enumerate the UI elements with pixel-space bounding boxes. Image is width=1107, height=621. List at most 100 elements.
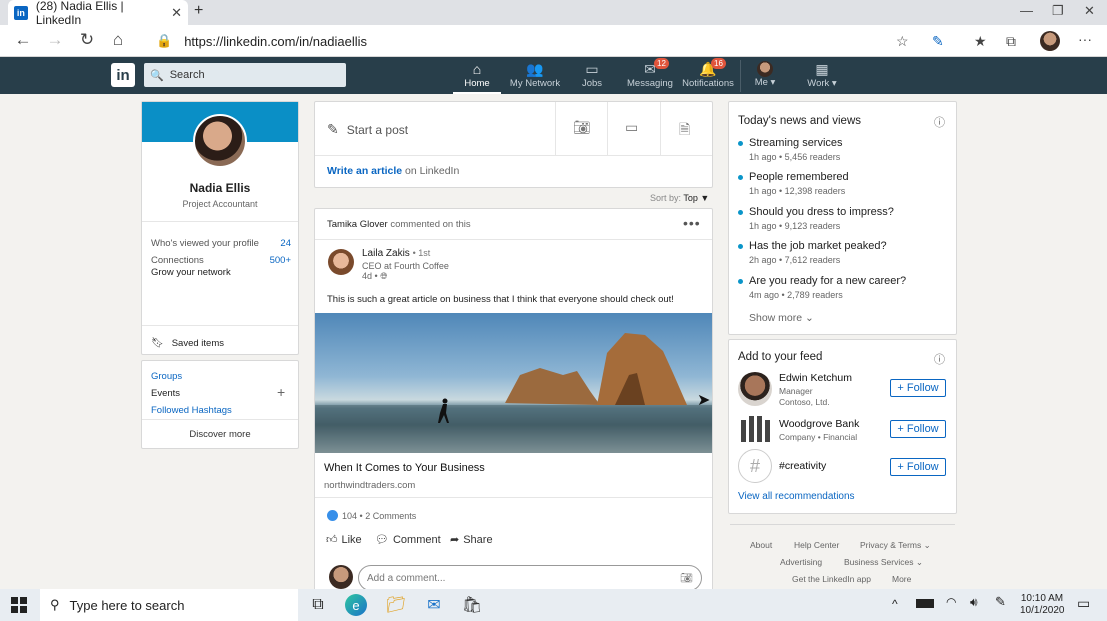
nav-home[interactable]: ⌂ Home [453,60,501,94]
maximize-icon[interactable]: ❐ [1052,3,1064,19]
globe-icon: 🌐︎ [380,271,388,281]
woodgrove-logo[interactable] [739,414,771,444]
write-article-row[interactable]: Write an article on LinkedIn [327,165,459,177]
notification-center-icon[interactable]: ▭ [1077,595,1090,612]
sort-control[interactable]: Sort by: Top ▼ [650,193,709,203]
events-link[interactable]: Events [151,388,180,399]
forward-icon[interactable]: → [44,30,66,50]
nav-jobs[interactable]: ▭ Jobs [572,60,612,94]
follow-button[interactable]: + Follow [890,379,946,397]
close-tab-icon[interactable]: ✕ [171,5,182,21]
grow-network-label[interactable]: Grow your network [151,267,231,278]
nav-notifications[interactable]: 🔔 16 Notifications [681,58,735,94]
pen-icon[interactable]: ✎ [932,33,944,50]
activity-actor[interactable]: Tamika Glover [327,219,388,230]
collections-icon[interactable]: ⧉ [1006,33,1016,50]
footer-business-link[interactable]: Business Services ⌄ [844,557,923,568]
camera-icon[interactable]: 📷︎ [573,119,591,136]
discover-more-link[interactable]: Discover more [142,429,298,440]
news-item[interactable]: Are you ready for a new career? 4m ago • … [738,275,906,300]
taskbar-search-input[interactable]: ⚲ Type here to search [40,589,298,621]
footer-advertising-link[interactable]: Advertising [780,557,822,567]
url-field[interactable]: 🔒 https://linkedin.com/in/nadiaellis [150,28,920,54]
profile-photo[interactable] [193,114,247,168]
browser-tab[interactable]: in (28) Nadia Ellis | LinkedIn ✕ [8,0,188,27]
linkedin-logo[interactable]: in [111,63,135,87]
author-avatar[interactable] [328,249,354,275]
recommendation-name[interactable]: #creativity [779,460,826,472]
new-tab-icon[interactable]: + [194,2,203,20]
nav-messaging[interactable]: ✉ 12 Messaging [626,58,674,94]
post-image[interactable] [315,313,712,453]
comment-button[interactable]: 💬︎ Comment [375,533,441,547]
pen-workspace-icon[interactable]: ✎ [995,594,1006,610]
add-favorite-icon[interactable]: ☆ [896,33,909,50]
linkedin-favicon-icon: in [14,5,28,20]
nav-me[interactable]: Me ▾ [748,60,782,94]
recommendation-subtitle: Contoso, Ltd. [779,397,830,407]
hashtags-link[interactable]: Followed Hashtags [151,405,232,416]
wifi-icon[interactable]: ◠ [946,595,956,609]
more-menu-icon[interactable]: ··· [1078,31,1092,47]
link-title[interactable]: When It Comes to Your Business [324,462,485,474]
connections-row[interactable]: Connections 500+ [151,255,291,266]
news-item[interactable]: Streaming services 1h ago • 5,456 readers [738,137,843,162]
document-icon[interactable]: 🗎 [679,119,690,143]
news-item[interactable]: People remembered 1h ago • 12,398 readers [738,171,849,196]
windows-start-icon[interactable] [10,596,28,614]
nav-work[interactable]: ▦ Work ▾ [800,60,844,94]
edge-icon[interactable]: e [345,594,367,616]
home-icon[interactable]: ⌂ [107,30,129,50]
recommendation-name[interactable]: Woodgrove Bank [779,418,859,430]
follow-button[interactable]: + Follow [890,458,946,476]
view-all-recommendations-link[interactable]: View all recommendations [738,491,855,502]
minimize-icon[interactable]: — [1020,3,1033,18]
saved-items-link[interactable]: 🔖︎ Saved items [151,338,224,349]
show-hidden-icons-icon[interactable]: ^ [892,597,898,611]
follow-button[interactable]: + Follow [890,420,946,438]
start-post-button[interactable]: ✎ Start a post [327,121,408,138]
file-explorer-icon[interactable]: 📁︎ [385,594,407,616]
news-item[interactable]: Has the job market peaked? 2h ago • 7,612… [738,240,887,265]
nav-my-network[interactable]: 👥 My Network [507,60,563,94]
task-view-icon[interactable]: ⧉ [307,594,329,616]
recommendation-name[interactable]: Edwin Ketchum [779,372,852,384]
author-name[interactable]: Laila Zakis [362,248,410,259]
hashtag-icon[interactable]: # [738,449,772,483]
comment-input[interactable]: Add a comment... 📷︎ [358,565,702,591]
more-options-icon[interactable]: ••• [683,215,701,231]
footer-about-link[interactable]: About [750,540,772,550]
groups-link[interactable]: Groups [151,371,182,382]
footer-app-link[interactable]: Get the LinkedIn app [792,574,871,584]
volume-icon[interactable]: 🔊︎ [970,595,978,610]
mail-icon[interactable]: ✉ [423,594,445,616]
like-button[interactable]: 👍︎ Like [326,533,362,547]
show-more-button[interactable]: Show more ⌄ [749,312,814,324]
info-icon[interactable]: ⓘ [934,351,945,367]
footer-privacy-link[interactable]: Privacy & Terms ⌄ [860,540,931,551]
favorites-icon[interactable]: ★ [974,33,987,50]
reactions-row[interactable]: 104 • 2 Comments [327,510,416,521]
footer-more-link[interactable]: More [892,574,911,584]
battery-icon[interactable] [916,599,934,608]
add-event-icon[interactable]: + [277,384,285,400]
profile-views-row[interactable]: Who's viewed your profile 24 [151,238,291,249]
info-icon[interactable]: ⓘ [934,114,945,130]
close-window-icon[interactable]: ✕ [1084,3,1095,19]
store-icon[interactable]: 🛍︎ [461,594,483,616]
nav-label: Notifications [682,78,734,89]
browser-profile-avatar[interactable] [1040,31,1060,51]
news-item[interactable]: Should you dress to impress? 1h ago • 9,1… [738,206,894,231]
camera-icon[interactable]: 📷︎ [680,573,693,584]
footer-help-link[interactable]: Help Center [794,540,839,550]
comment-count: • 2 Comments [359,510,417,521]
refresh-icon[interactable]: ↻ [76,30,98,50]
search-input[interactable]: 🔍 Search [144,63,346,87]
clock[interactable]: 10:10 AM 10/1/2020 [1020,593,1065,617]
share-button[interactable]: ➦ Share [450,533,493,547]
recommendation-avatar[interactable] [738,372,772,406]
profile-name[interactable]: Nadia Ellis [142,181,298,195]
saved-items-label: Saved items [171,338,224,349]
back-icon[interactable]: ← [12,30,34,50]
video-icon[interactable]: ▭ [625,119,638,136]
